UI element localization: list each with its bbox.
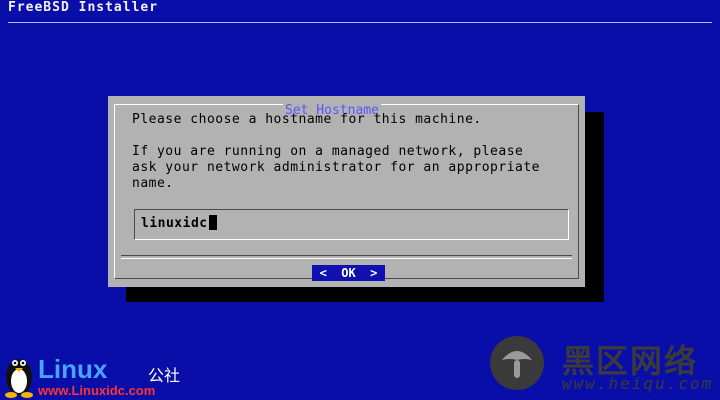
heiqu-url: www.heiqu.com	[562, 374, 714, 393]
dialog-message-line-4: name.	[132, 176, 174, 191]
dialog-message-line-1: Please choose a hostname for this machin…	[132, 112, 482, 127]
dialog-message-line-2: If you are running on a managed network,…	[132, 144, 524, 159]
hostname-field[interactable]: linuxidc	[134, 209, 569, 240]
dialog-frame: Set Hostname Please choose a hostname fo…	[114, 104, 579, 281]
button-divider	[121, 255, 572, 259]
header-rule	[8, 22, 712, 23]
ok-button[interactable]: < OK >	[312, 265, 385, 281]
heiqu-watermark: 黑区网络 www.heiqu.com	[486, 332, 720, 400]
set-hostname-dialog: Set Hostname Please choose a hostname fo…	[108, 96, 585, 287]
linux-wordmark: Linux	[38, 354, 108, 384]
installer-header: FreeBSD Installer	[0, 0, 720, 26]
text-cursor	[208, 214, 217, 230]
linux-url: www.Linuxidc.com	[38, 383, 156, 398]
dialog-message-line-3: ask your network administrator for an ap…	[132, 160, 541, 175]
mushroom-icon	[490, 336, 544, 390]
linuxidc-watermark: Linux 公社 www.Linuxidc.com	[0, 348, 200, 400]
tux-penguin-icon	[5, 359, 33, 398]
installer-title: FreeBSD Installer	[8, 0, 159, 15]
hostname-value: linuxidc	[141, 216, 208, 231]
hostname-input[interactable]: linuxidc	[141, 214, 217, 234]
